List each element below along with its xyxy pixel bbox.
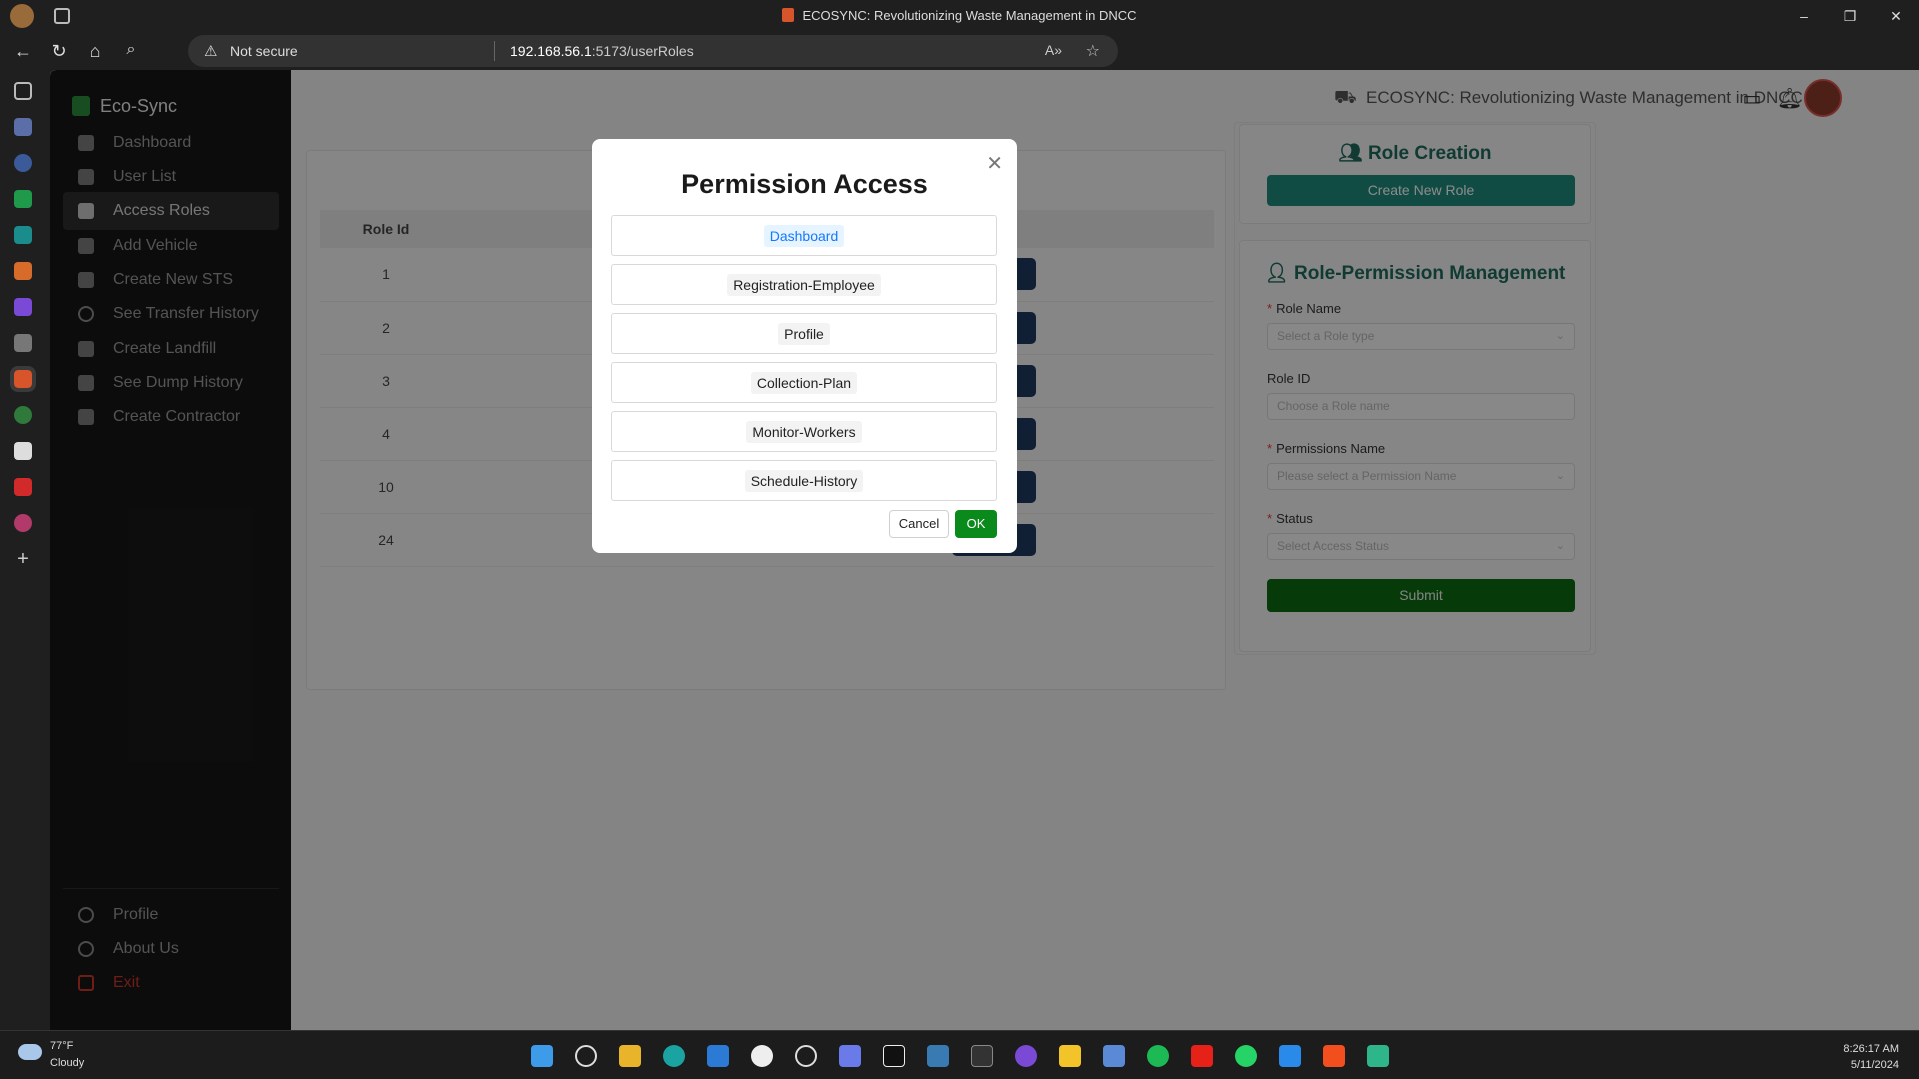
tab-favicon-icon[interactable] — [14, 334, 32, 352]
permission-list-item[interactable]: Registration-Employee — [611, 264, 997, 305]
minimize-icon[interactable]: – — [1781, 0, 1827, 32]
notepad-icon[interactable] — [1103, 1045, 1125, 1067]
tab-actions-icon[interactable] — [14, 82, 32, 100]
permission-list-item[interactable]: Monitor-Workers — [611, 411, 997, 452]
refresh-icon[interactable]: ↻ — [48, 41, 70, 62]
active-tab-favicon-icon[interactable] — [10, 366, 36, 392]
window-title: ECOSYNC: Revolutionizing Waste Managemen… — [0, 8, 1919, 23]
tab-favicon-icon[interactable] — [14, 406, 32, 424]
github-icon[interactable] — [751, 1045, 773, 1067]
restore-icon[interactable]: ❐ — [1827, 0, 1873, 32]
permission-tag[interactable]: Dashboard — [763, 225, 845, 247]
weather-condition[interactable]: Cloudy — [50, 1057, 84, 1069]
notes-icon[interactable] — [1059, 1045, 1081, 1067]
tab-favicon-icon[interactable] — [14, 298, 32, 316]
tab-favicon-icon[interactable] — [14, 262, 32, 280]
tab-favicon-icon[interactable] — [14, 118, 32, 136]
address-bar-row: ← ↻ ⌂ ⌕ ⚠ Not secure 192.168.56.1:5173/u… — [0, 32, 1919, 91]
read-aloud-icon[interactable]: A» — [1045, 42, 1062, 58]
weather-temperature[interactable]: 77°F — [50, 1040, 73, 1052]
permission-access-modal: ✕ Permission Access Dashboard Registratio… — [592, 139, 1017, 553]
security-label[interactable]: Not secure — [230, 43, 298, 59]
permission-tag[interactable]: Schedule-History — [744, 470, 864, 492]
tab-favicon-icon[interactable] — [14, 154, 32, 172]
permission-tag[interactable]: Profile — [778, 323, 830, 345]
ok-button[interactable]: OK — [955, 510, 997, 538]
search-icon[interactable] — [575, 1045, 597, 1067]
favorite-star-icon[interactable]: ☆ — [1086, 41, 1100, 61]
permission-tag[interactable]: Registration-Employee — [727, 274, 881, 296]
file-explorer-icon[interactable] — [619, 1045, 641, 1067]
permission-list-item[interactable]: Dashboard — [611, 215, 997, 256]
todo-check-icon[interactable] — [1279, 1045, 1301, 1067]
app-grid-icon[interactable] — [1367, 1045, 1389, 1067]
tab-favicon-icon[interactable] — [14, 442, 32, 460]
system-clock[interactable]: 8:26:17 AM 5/11/2024 — [1843, 1041, 1899, 1073]
modal-overlay[interactable]: ✕ Permission Access Dashboard Registratio… — [50, 70, 1919, 1030]
permission-list-item[interactable]: Collection-Plan — [611, 362, 997, 403]
vscode-icon[interactable] — [707, 1045, 729, 1067]
home-icon[interactable]: ⌂ — [84, 41, 106, 62]
cloud-icon[interactable] — [18, 1044, 42, 1060]
close-window-icon[interactable]: ✕ — [1873, 0, 1919, 32]
window-controls: – ❐ ✕ — [1781, 0, 1919, 32]
chatgpt-icon[interactable] — [795, 1045, 817, 1067]
browser-titlebar: ECOSYNC: Revolutionizing Waste Managemen… — [0, 0, 1919, 32]
spotify-icon[interactable] — [1147, 1045, 1169, 1067]
modal-title: Permission Access — [681, 169, 928, 199]
tab-favicon-icon[interactable] — [14, 190, 32, 208]
app-k-icon[interactable] — [927, 1045, 949, 1067]
gemini-icon[interactable] — [839, 1045, 861, 1067]
terminal-icon[interactable] — [971, 1045, 993, 1067]
tab-favicon-icon[interactable] — [14, 514, 32, 532]
start-windows-icon[interactable] — [531, 1045, 553, 1067]
app-viewport: Eco-Sync Dashboard User List Access Role… — [50, 70, 1919, 1030]
youtube-icon[interactable] — [1191, 1045, 1213, 1067]
new-tab-plus-icon[interactable]: + — [14, 549, 32, 569]
back-icon[interactable]: ← — [12, 41, 34, 62]
cancel-button[interactable]: Cancel — [889, 510, 949, 538]
tab-favicon-icon[interactable] — [14, 226, 32, 244]
warning-icon: ⚠ — [204, 43, 218, 60]
permission-tag[interactable]: Monitor-Workers — [746, 421, 862, 443]
clock-date: 5/11/2024 — [1850, 1059, 1899, 1071]
whatsapp-icon[interactable] — [1235, 1045, 1257, 1067]
permission-tag[interactable]: Collection-Plan — [750, 372, 858, 394]
browser-side-strip: + — [0, 70, 46, 1030]
windows-taskbar: 77°F Cloudy 8:26:17 AM 5/11/2024 — [0, 1030, 1919, 1079]
url-text[interactable]: 192.168.56.1:5173/userRoles — [510, 43, 694, 59]
permission-list-item[interactable]: Profile — [611, 313, 997, 354]
clock-time: 8:26:17 AM — [1843, 1043, 1899, 1055]
edge-browser-icon[interactable] — [663, 1045, 685, 1067]
url-field[interactable]: ⚠ Not secure 192.168.56.1:5173/userRoles… — [188, 35, 1118, 67]
search-icon[interactable]: ⌕ — [120, 41, 142, 59]
permission-list-item[interactable]: Schedule-History — [611, 460, 997, 501]
figma-icon[interactable] — [1323, 1045, 1345, 1067]
github-desktop-icon[interactable] — [1015, 1045, 1037, 1067]
url-separator — [494, 41, 495, 61]
tab-favicon-icon[interactable] — [14, 478, 32, 496]
favicon-icon — [782, 8, 795, 22]
pycharm-icon[interactable] — [883, 1045, 905, 1067]
